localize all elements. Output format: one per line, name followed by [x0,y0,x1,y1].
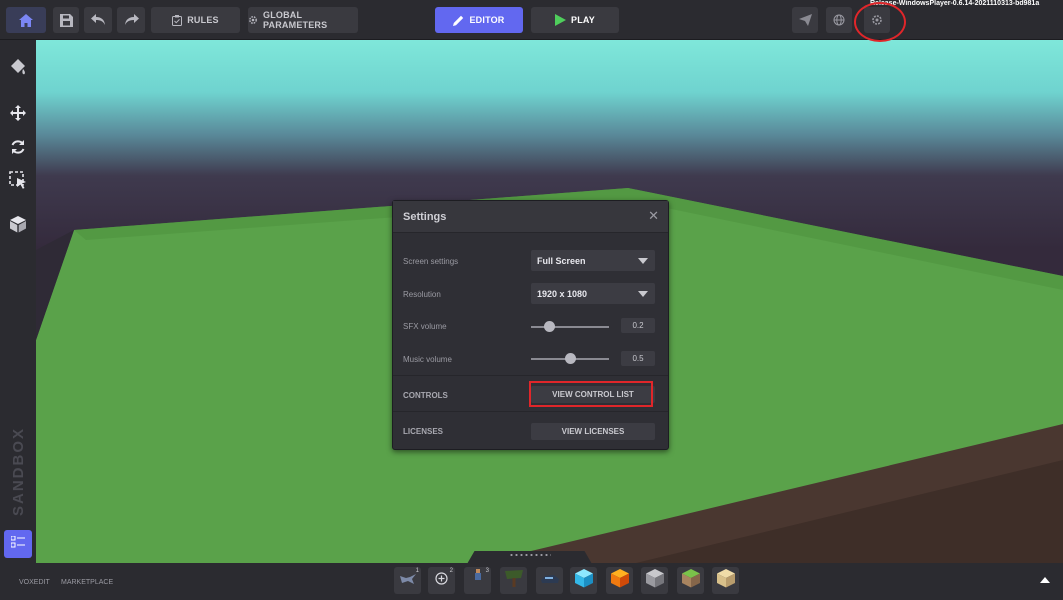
play-mode-button[interactable]: PLAY [531,7,619,33]
hotbar-slot-1[interactable]: 1 [394,567,421,594]
vehicle-icon [540,572,560,590]
select-icon [9,170,27,194]
hotbar-slot-8[interactable] [641,567,668,594]
licenses-label: LICENSES [403,427,444,436]
scene-list-button[interactable] [4,530,32,558]
rules-label: RULES [187,15,219,25]
cube-icon [9,215,27,238]
sfx-volume-slider[interactable] [531,321,609,332]
app-window: RULES GLOBAL PARAMETERS EDITOR PLAY Rele… [0,0,1063,600]
close-icon[interactable]: ✕ [648,209,659,222]
slot-number: 2 [449,568,453,574]
sand-block-icon [716,568,736,593]
lava-block-icon [610,568,630,593]
screen-settings-value: Full Screen [537,255,586,266]
slot-number: 3 [485,568,489,574]
music-volume-slider[interactable] [531,353,609,364]
sfx-volume-input[interactable]: 0.2 [621,318,655,333]
hotbar-slot-2[interactable]: 2 [428,567,455,594]
build-version-label: Release-WindowsPlayer-0.6.14-2021110313-… [870,0,1040,7]
undo-icon [90,14,106,26]
resolution-select[interactable]: 1920 x 1080 [531,283,655,304]
sandbox-logo: SANDBOX [9,426,27,516]
music-volume-label: Music volume [403,355,452,364]
gear-icon [248,15,258,25]
drag-dots-icon [509,554,551,556]
screen-settings-select[interactable]: Full Screen [531,250,655,271]
save-icon [59,13,73,27]
hotbar-slot-6[interactable] [570,567,597,594]
play-label: PLAY [571,15,595,25]
hotbar-slot-10[interactable] [712,567,739,594]
hotbar-slot-9[interactable] [677,567,704,594]
move-tool-button[interactable] [5,102,31,128]
save-button[interactable] [53,7,79,33]
play-icon [555,14,566,26]
highlight-box-annotation [529,381,653,407]
add-circle-icon [435,571,448,590]
clipboard-icon [172,14,183,26]
left-toolbar: SANDBOX [0,40,36,563]
voxedit-link[interactable]: VOXEDIT [19,579,50,586]
settings-header: Settings ✕ [393,201,668,233]
marketplace-link[interactable]: MARKETPLACE [61,579,113,586]
voxel-tool-button[interactable] [5,213,31,239]
redo-icon [124,14,139,26]
tree-icon [504,569,524,592]
redo-button[interactable] [117,7,145,33]
view-licenses-button[interactable]: VIEW LICENSES [531,423,655,440]
home-button[interactable] [6,7,46,33]
editor-label: EDITOR [469,15,505,25]
paper-plane-icon [798,14,812,26]
chevron-down-icon [638,291,648,297]
rules-button[interactable]: RULES [151,7,240,33]
publish-button[interactable] [792,7,818,33]
music-volume-input[interactable]: 0.5 [621,351,655,366]
grass-block-icon [681,568,701,593]
chevron-down-icon [638,258,648,264]
hotbar-slot-5[interactable] [536,567,563,594]
resolution-value: 1920 x 1080 [537,288,588,299]
bottom-bar [0,563,1063,600]
undo-button[interactable] [84,7,112,33]
expand-up-icon[interactable] [1040,577,1050,583]
controls-label: CONTROLS [403,391,448,400]
global-parameters-label: GLOBAL PARAMETERS [263,10,328,30]
home-icon [19,13,33,27]
list-icon [10,535,25,553]
music-volume-handle[interactable] [565,353,576,364]
divider [393,411,668,412]
drone-icon [399,572,417,590]
settings-dialog: Settings ✕ Screen settings Full Screen R… [392,200,669,450]
language-button[interactable] [826,7,852,33]
resolution-label: Resolution [403,290,441,299]
screen-settings-label: Screen settings [403,257,459,266]
highlight-circle-annotation [854,2,906,42]
sfx-volume-handle[interactable] [544,321,555,332]
character-icon [473,569,483,592]
paint-tool-button[interactable] [5,56,31,82]
hotbar-slot-4[interactable] [500,567,527,594]
settings-title: Settings [403,211,447,223]
stone-block-icon [645,568,665,593]
divider [393,375,668,376]
hotbar-slot-3[interactable]: 3 [464,567,491,594]
pencil-icon [453,15,464,26]
hotbar-slot-7[interactable] [606,567,633,594]
select-tool-button[interactable] [5,169,31,195]
move-icon [10,104,26,126]
editor-mode-button[interactable]: EDITOR [435,7,523,33]
global-parameters-button[interactable]: GLOBAL PARAMETERS [248,7,358,33]
top-toolbar: RULES GLOBAL PARAMETERS EDITOR PLAY Rele… [0,0,1063,42]
rotate-icon [10,139,26,160]
slot-number: 1 [415,568,419,574]
globe-icon [833,14,845,26]
rotate-tool-button[interactable] [5,136,31,162]
paint-bucket-icon [9,58,27,81]
ice-block-icon [574,568,594,593]
sfx-volume-label: SFX volume [403,322,447,331]
